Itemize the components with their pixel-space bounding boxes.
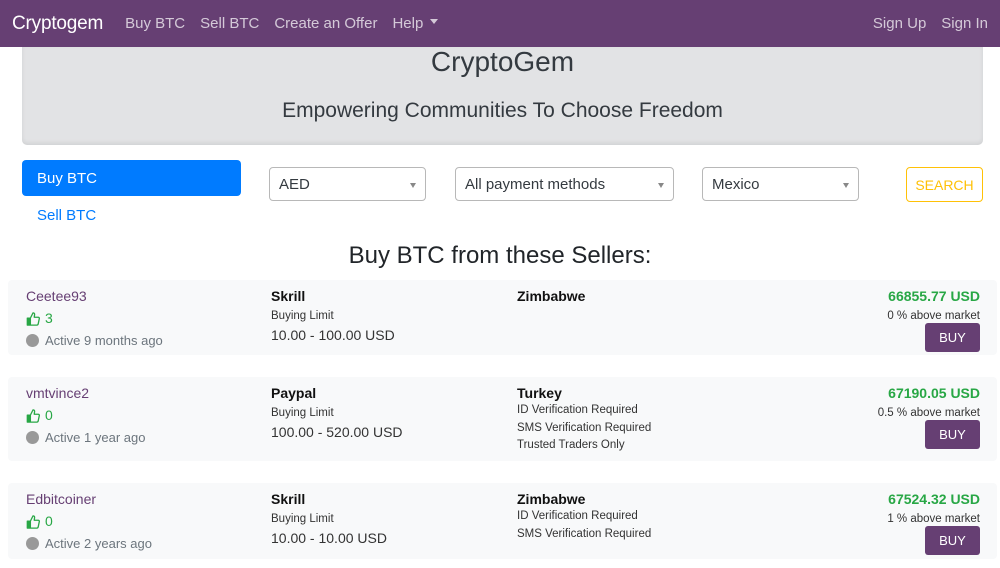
thumbs-up-icon — [26, 311, 40, 326]
brand-logo[interactable]: Cryptogem — [12, 13, 103, 35]
location-info: Zimbabwe ID Verification Required SMS Ve… — [517, 491, 651, 543]
status-dot-icon — [26, 334, 39, 347]
nav-sign-in[interactable]: Sign In — [941, 15, 988, 32]
limit-range: 10.00 - 10.00 USD — [271, 530, 387, 546]
payment-method-value: All payment methods — [465, 176, 606, 193]
seller-name-link[interactable]: vmtvince2 — [26, 385, 145, 402]
hero-banner: CryptoGem Empowering Communities To Choo… — [22, 47, 983, 145]
activity-text: Active 2 years ago — [45, 536, 152, 551]
rating-count: 0 — [45, 513, 53, 529]
nav-create-offer[interactable]: Create an Offer — [274, 15, 377, 32]
payment-method-select[interactable]: All payment methods — [455, 167, 674, 201]
search-button[interactable]: SEARCH — [906, 167, 983, 202]
currency-select[interactable]: AED — [269, 167, 426, 201]
activity-text: Active 9 months ago — [45, 333, 163, 348]
requirement: SMS Verification Required — [517, 421, 652, 434]
price: 66855.77 USD — [888, 288, 980, 304]
market-premium: 0 % above market — [887, 310, 980, 322]
seller-info: Edbitcoiner 0 Active 2 years ago — [26, 491, 152, 552]
price-info: 67524.32 USD 1 % above market BUY — [887, 491, 980, 555]
payment-info: Paypal Buying Limit 100.00 - 520.00 USD — [271, 385, 403, 441]
buy-button[interactable]: BUY — [925, 526, 980, 555]
limit-label: Buying Limit — [271, 513, 334, 525]
thumbs-up-icon — [26, 408, 40, 423]
seller-listing: Edbitcoiner 0 Active 2 years ago Skrill … — [8, 483, 997, 559]
nav-help-label: Help — [392, 15, 424, 32]
seller-listing: vmtvince2 0 Active 1 year ago Paypal Buy… — [8, 377, 997, 461]
rating-count: 0 — [45, 407, 53, 423]
payment-method: Skrill — [271, 288, 306, 304]
buy-button[interactable]: BUY — [925, 323, 980, 352]
price-info: 66855.77 USD 0 % above market BUY — [887, 288, 980, 352]
seller-location: Zimbabwe — [517, 491, 586, 507]
market-premium: 1 % above market — [887, 513, 980, 525]
seller-name-link[interactable]: Edbitcoiner — [26, 491, 152, 508]
requirement: SMS Verification Required — [517, 527, 652, 540]
status-dot-icon — [26, 537, 39, 550]
tab-sell-btc[interactable]: Sell BTC — [37, 207, 96, 224]
nav-right: Sign Up Sign In — [858, 15, 988, 32]
country-value: Mexico — [712, 176, 760, 193]
seller-location: Zimbabwe — [517, 288, 586, 304]
payment-method: Paypal — [271, 385, 317, 401]
nav-buy-btc[interactable]: Buy BTC — [125, 15, 185, 32]
thumbs-up-icon — [26, 514, 40, 529]
caret-down-icon — [430, 19, 439, 24]
nav-sell-btc[interactable]: Sell BTC — [200, 15, 259, 32]
limit-label: Buying Limit — [271, 310, 334, 322]
payment-method: Skrill — [271, 491, 306, 507]
buy-button[interactable]: BUY — [925, 420, 980, 449]
nav-help-dropdown[interactable]: Help — [392, 15, 439, 32]
currency-value: AED — [279, 176, 310, 193]
activity-status: Active 9 months ago — [26, 332, 163, 349]
price-info: 67190.05 USD 0.5 % above market BUY — [878, 385, 980, 449]
nav-sign-up[interactable]: Sign Up — [873, 15, 926, 32]
requirement: Trusted Traders Only — [517, 439, 625, 451]
seller-rating: 0 — [26, 513, 152, 530]
requirement: ID Verification Required — [517, 510, 638, 522]
hero-subtitle: Empowering Communities To Choose Freedom — [282, 99, 723, 122]
payment-info: Skrill Buying Limit 10.00 - 10.00 USD — [271, 491, 387, 547]
seller-listing: Ceetee93 3 Active 9 months ago Skrill Bu… — [8, 280, 997, 355]
seller-rating: 0 — [26, 407, 145, 424]
hero-title: CryptoGem — [430, 46, 575, 77]
limit-label: Buying Limit — [271, 407, 334, 419]
activity-text: Active 1 year ago — [45, 430, 146, 445]
navbar: Cryptogem Buy BTC Sell BTC Create an Off… — [0, 0, 1000, 47]
activity-status: Active 1 year ago — [26, 429, 145, 446]
price: 67524.32 USD — [888, 491, 980, 507]
limit-range: 10.00 - 100.00 USD — [271, 327, 395, 343]
activity-status: Active 2 years ago — [26, 535, 152, 552]
dropdown-arrow-icon — [658, 183, 664, 188]
dropdown-arrow-icon — [843, 183, 849, 188]
seller-info: vmtvince2 0 Active 1 year ago — [26, 385, 145, 446]
country-select[interactable]: Mexico — [702, 167, 859, 201]
rating-count: 3 — [45, 310, 53, 326]
requirement: ID Verification Required — [517, 404, 638, 416]
price: 67190.05 USD — [888, 385, 980, 401]
seller-info: Ceetee93 3 Active 9 months ago — [26, 288, 163, 349]
location-info: Zimbabwe — [517, 288, 585, 305]
seller-rating: 3 — [26, 310, 163, 327]
limit-range: 100.00 - 520.00 USD — [271, 424, 403, 440]
seller-location: Turkey — [517, 385, 562, 401]
section-title: Buy BTC from these Sellers: — [348, 242, 652, 269]
payment-info: Skrill Buying Limit 10.00 - 100.00 USD — [271, 288, 395, 344]
tab-buy-btc[interactable]: Buy BTC — [22, 160, 241, 196]
location-info: Turkey ID Verification Required SMS Veri… — [517, 385, 651, 455]
dropdown-arrow-icon — [410, 183, 416, 188]
market-premium: 0.5 % above market — [877, 407, 980, 419]
status-dot-icon — [26, 431, 39, 444]
seller-name-link[interactable]: Ceetee93 — [26, 288, 163, 305]
